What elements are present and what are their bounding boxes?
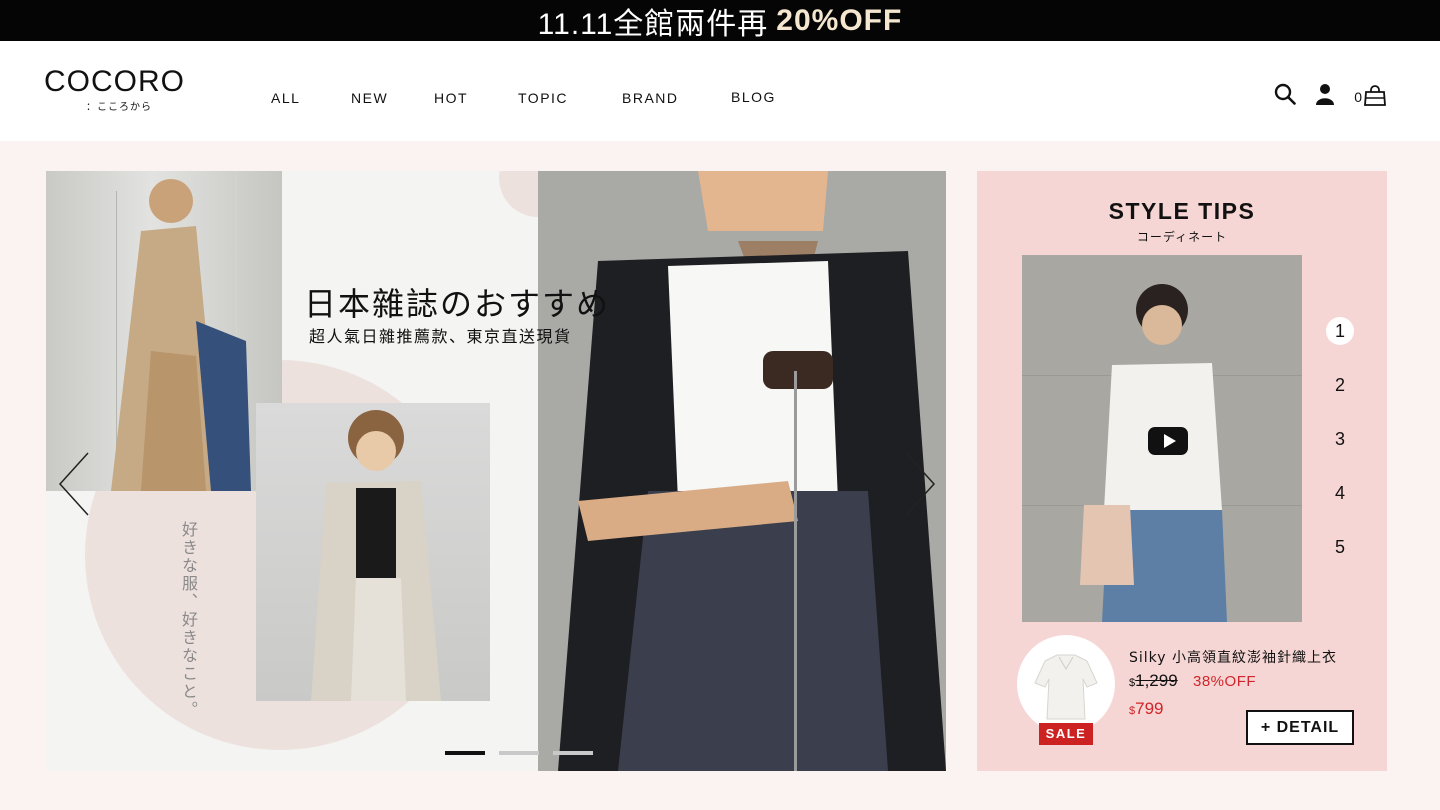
hero-title: 日本雜誌のおすすめ bbox=[304, 285, 611, 323]
promo-text: 11.11全館兩件再 bbox=[537, 7, 769, 41]
next-arrow-icon[interactable] bbox=[898, 449, 938, 519]
nav-new[interactable]: NEW bbox=[351, 90, 388, 106]
style-tips-panel: STYLE TIPS コーディネート 1 2 3 4 5 SALE Silky … bbox=[977, 171, 1387, 771]
hero-photo-coat bbox=[46, 171, 282, 491]
original-price-value: 1,299 bbox=[1135, 671, 1178, 690]
hero-subtitle: 超人氣日雜推薦款、東京直送現貨 bbox=[309, 327, 572, 346]
original-price: $1,299 bbox=[1129, 671, 1178, 691]
product-name[interactable]: Silky 小高領直紋澎袖針織上衣 bbox=[1129, 647, 1337, 667]
nav-topic[interactable]: TOPIC bbox=[518, 90, 568, 106]
nav-brand[interactable]: BRAND bbox=[622, 90, 679, 106]
detail-button[interactable]: + DETAIL bbox=[1246, 710, 1354, 745]
hero-photo-trench bbox=[256, 403, 490, 701]
promo-highlight: 20%OFF bbox=[776, 3, 903, 37]
tip-number-5[interactable]: 5 bbox=[1326, 533, 1354, 561]
tip-number-3[interactable]: 3 bbox=[1326, 425, 1354, 453]
nav-all[interactable]: ALL bbox=[271, 90, 300, 106]
product-thumbnail[interactable] bbox=[1017, 635, 1115, 733]
sale-price-value: 799 bbox=[1135, 699, 1164, 718]
carousel-dot-3[interactable] bbox=[553, 751, 593, 755]
tip-number-1[interactable]: 1 bbox=[1326, 317, 1354, 345]
hero-photo-jacket bbox=[538, 171, 946, 771]
hero-carousel: 日本雜誌のおすすめ 超人氣日雜推薦款、東京直送現貨 好きな服、好きなこと。 bbox=[46, 171, 946, 771]
header-icons: 0 bbox=[1274, 83, 1386, 110]
tips-subtitle: コーディネート bbox=[1136, 230, 1228, 244]
user-icon[interactable] bbox=[1316, 83, 1335, 110]
prev-arrow-icon[interactable] bbox=[56, 449, 96, 519]
tip-number-2[interactable]: 2 bbox=[1326, 371, 1354, 399]
discount-label: 38%OFF bbox=[1193, 673, 1257, 690]
logo-tagline: ：こころから bbox=[86, 102, 152, 113]
sale-price: $799 bbox=[1129, 699, 1164, 719]
cart-count: 0 bbox=[1354, 88, 1362, 105]
carousel-dot-1[interactable] bbox=[445, 751, 485, 755]
nav-blog[interactable]: BLOG bbox=[731, 89, 776, 105]
logo[interactable]: COCORO ：こころから bbox=[44, 65, 194, 114]
carousel-dot-2[interactable] bbox=[499, 751, 539, 755]
cart-button[interactable]: 0 bbox=[1354, 84, 1386, 109]
cart-icon bbox=[1364, 84, 1386, 109]
tips-video-thumbnail[interactable] bbox=[1022, 255, 1302, 622]
search-icon[interactable] bbox=[1274, 83, 1297, 110]
logo-text: COCORO bbox=[44, 65, 185, 98]
nav-hot[interactable]: HOT bbox=[434, 90, 468, 106]
play-icon[interactable] bbox=[1148, 427, 1188, 455]
carousel-pagination bbox=[445, 751, 593, 755]
sale-badge: SALE bbox=[1039, 723, 1093, 745]
promo-bar[interactable]: 11.11全館兩件再 20%OFF bbox=[0, 0, 1440, 41]
tips-title: STYLE TIPS bbox=[1108, 198, 1256, 224]
hero-vertical-text: 好きな服、好きなこと。 bbox=[179, 521, 198, 719]
site-header: COCORO ：こころから ALL NEW HOT TOPIC BRAND BL… bbox=[0, 41, 1440, 141]
tip-number-4[interactable]: 4 bbox=[1326, 479, 1354, 507]
